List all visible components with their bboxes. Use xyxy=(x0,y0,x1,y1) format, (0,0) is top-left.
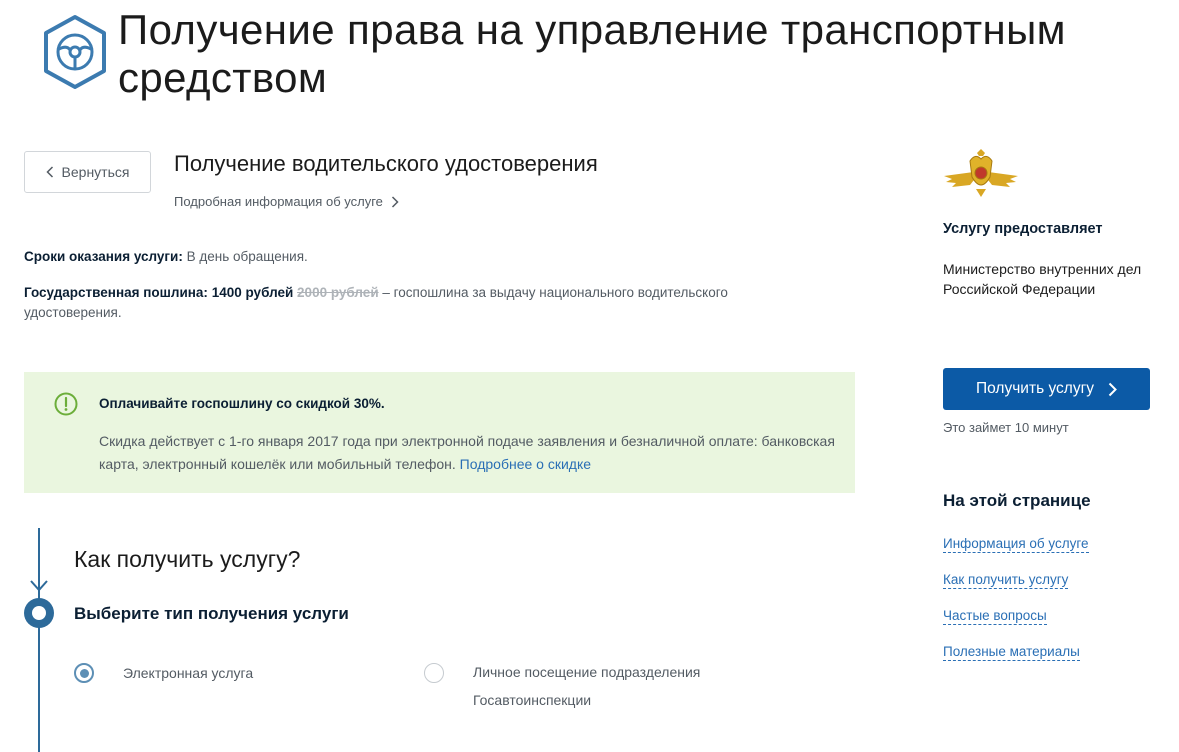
chevron-right-icon xyxy=(391,195,399,208)
how-to-get-heading: Как получить услугу? xyxy=(74,546,301,572)
discount-banner: Оплачивайте госпошлину со скидкой 30%. С… xyxy=(24,372,855,493)
nav-link-materials[interactable]: Полезные материалы xyxy=(943,644,1080,661)
fee-price: 1400 рублей xyxy=(211,285,294,300)
page-title: Получение права на управление транспортн… xyxy=(118,6,1066,101)
provider-name: Министерство внутренних дел Российской Ф… xyxy=(943,261,1142,297)
service-details-label: Подробная информация об услуге xyxy=(174,194,383,209)
choose-type-heading: Выберите тип получения услуги xyxy=(74,604,349,623)
service-title: Получение водительского удостоверения xyxy=(174,151,598,176)
discount-title: Оплачивайте госпошлину со скидкой 30%. xyxy=(99,396,385,411)
fee-old-price: 2000 рублей xyxy=(297,285,379,300)
state-fee: Государственная пошлина: 1400 рублей 200… xyxy=(24,283,824,323)
radio-personal-visit[interactable] xyxy=(424,663,444,683)
nav-link-faq[interactable]: Частые вопросы xyxy=(943,608,1047,625)
time-estimate: Это займет 10 минут xyxy=(943,420,1069,435)
radio-electronic-label[interactable]: Электронная услуга xyxy=(123,665,253,681)
back-button-label: Вернуться xyxy=(61,164,130,180)
mvd-emblem-icon xyxy=(944,149,1018,197)
chevron-left-icon xyxy=(45,166,53,178)
fee-label: Государственная пошлина: xyxy=(24,285,208,300)
nav-link-how-to-get[interactable]: Как получить услугу xyxy=(943,572,1069,589)
service-details-link[interactable]: Подробная информация об услуге xyxy=(174,194,399,209)
exclamation-circle-icon xyxy=(54,392,78,416)
arrow-down-icon xyxy=(30,580,48,592)
steps-timeline xyxy=(38,528,40,752)
radio-electronic[interactable] xyxy=(74,663,94,683)
radio-personal-visit-label[interactable]: Личное посещение подразделения Госавтоин… xyxy=(473,658,733,714)
nav-link-service-info[interactable]: Информация об услуге xyxy=(943,536,1089,553)
service-hex-logo xyxy=(44,15,106,89)
steering-wheel-icon xyxy=(56,33,94,71)
discount-text: Скидка действует с 1-го января 2017 года… xyxy=(99,430,839,476)
back-button[interactable]: Вернуться xyxy=(24,151,151,193)
terms-label: Сроки оказания услуги: xyxy=(24,249,183,264)
provider-heading: Услугу предоставляет xyxy=(943,221,1103,237)
terms-value: В день обращения. xyxy=(186,249,308,264)
get-service-label: Получить услугу xyxy=(976,380,1094,397)
chevron-right-icon xyxy=(1108,382,1117,396)
on-page-heading: На этой странице xyxy=(943,491,1091,510)
get-service-button[interactable]: Получить услугу xyxy=(943,368,1150,410)
service-terms: Сроки оказания услуги: В день обращения. xyxy=(24,249,308,264)
step-marker xyxy=(24,598,54,628)
discount-details-link[interactable]: Подробнее о скидке xyxy=(460,456,591,472)
